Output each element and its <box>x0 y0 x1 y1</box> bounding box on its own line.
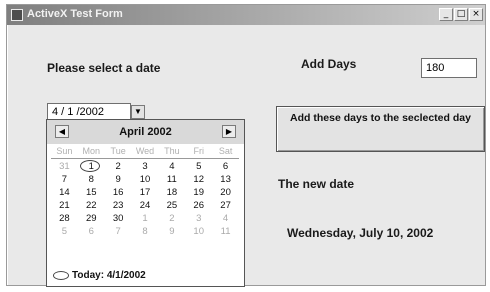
weekday-label: Sat <box>218 146 233 156</box>
calendar-day[interactable]: 15 <box>78 186 105 199</box>
calendar-day-grid: 31 1 2 3 4 5 6 7 8 9 10 11 12 13 14 15 16 17 18 19 20 21 22 23 2… <box>51 160 239 238</box>
calendar-day-selected[interactable]: 1 <box>78 160 105 173</box>
calendar-day[interactable]: 14 <box>51 186 78 199</box>
today-label: Today: 4/1/2002 <box>72 270 146 281</box>
window-controls: _ □ × <box>439 8 483 21</box>
calendar-day[interactable]: 26 <box>185 199 212 212</box>
calendar-day[interactable]: 16 <box>105 186 132 199</box>
calendar-day[interactable]: 25 <box>158 199 185 212</box>
calendar-day[interactable]: 7 <box>51 173 78 186</box>
calendar-day[interactable]: 20 <box>212 186 239 199</box>
calendar-day[interactable]: 17 <box>132 186 159 199</box>
calendar-day[interactable]: 12 <box>185 173 212 186</box>
calendar-day[interactable]: 23 <box>105 199 132 212</box>
weekday-label: Tue <box>110 146 126 156</box>
next-month-button[interactable]: ▶ <box>222 125 236 138</box>
calendar-day[interactable]: 27 <box>212 199 239 212</box>
prev-month-button[interactable]: ◀ <box>55 125 69 138</box>
calendar-day[interactable]: 7 <box>105 225 132 238</box>
calendar-day[interactable]: 9 <box>105 173 132 186</box>
calendar-day[interactable]: 24 <box>132 199 159 212</box>
today-link[interactable]: Today: 4/1/2002 <box>53 270 146 281</box>
app-icon[interactable] <box>11 9 23 21</box>
calendar-day[interactable]: 6 <box>212 160 239 173</box>
calendar-day[interactable]: 19 <box>185 186 212 199</box>
weekday-label: Wed <box>135 146 155 156</box>
calendar-day[interactable]: 1 <box>132 212 159 225</box>
calendar-day[interactable]: 22 <box>78 199 105 212</box>
calendar-day[interactable]: 28 <box>51 212 78 225</box>
weekday-label: Mon <box>82 146 101 156</box>
calendar-day[interactable]: 13 <box>212 173 239 186</box>
calendar-day[interactable]: 6 <box>78 225 105 238</box>
calendar-day[interactable]: 31 <box>51 160 78 173</box>
weekday-label: Fri <box>193 146 204 156</box>
calendar-day[interactable]: 2 <box>105 160 132 173</box>
add-days-label: Add Days <box>301 57 357 71</box>
calendar-day[interactable]: 11 <box>212 225 239 238</box>
calendar-day[interactable]: 30 <box>105 212 132 225</box>
add-days-input[interactable]: 180 <box>421 58 477 78</box>
month-calendar-dropdown: ◀ April 2002 ▶ Sun Mon Tue Wed Thu Fri S… <box>46 119 245 287</box>
calendar-day[interactable]: 4 <box>212 212 239 225</box>
calendar-day[interactable]: 8 <box>78 173 105 186</box>
weekday-label: Thu <box>164 146 180 156</box>
calendar-day[interactable]: 4 <box>158 160 185 173</box>
new-date-label: The new date <box>278 177 355 191</box>
calendar-header: ◀ April 2002 ▶ <box>47 120 244 144</box>
add-days-button[interactable]: Add these days to the seclected day <box>276 106 485 152</box>
calendar-day[interactable]: 5 <box>185 160 212 173</box>
maximize-button[interactable]: □ <box>454 8 468 21</box>
calendar-month-label[interactable]: April 2002 <box>87 126 204 138</box>
date-picker-dropdown-button[interactable]: ▼ <box>131 105 145 119</box>
window-title: ActiveX Test Form <box>27 8 123 20</box>
calendar-day[interactable]: 3 <box>132 160 159 173</box>
calendar-day[interactable]: 29 <box>78 212 105 225</box>
calendar-day[interactable]: 11 <box>158 173 185 186</box>
result-date-text: Wednesday, July 10, 2002 <box>287 226 434 240</box>
close-button[interactable]: × <box>469 8 483 21</box>
calendar-day[interactable]: 10 <box>185 225 212 238</box>
select-date-label: Please select a date <box>47 61 161 75</box>
calendar-day[interactable]: 2 <box>158 212 185 225</box>
calendar-day[interactable]: 9 <box>158 225 185 238</box>
calendar-day[interactable]: 21 <box>51 199 78 212</box>
calendar-day[interactable]: 8 <box>132 225 159 238</box>
calendar-day[interactable]: 10 <box>132 173 159 186</box>
title-bar[interactable]: ActiveX Test Form _ □ × <box>7 5 485 25</box>
weekday-label: Sun <box>56 146 73 156</box>
today-circle-icon <box>53 270 69 280</box>
calendar-day[interactable]: 3 <box>185 212 212 225</box>
minimize-button[interactable]: _ <box>439 8 453 21</box>
calendar-day[interactable]: 5 <box>51 225 78 238</box>
weekday-header-row: Sun Mon Tue Wed Thu Fri Sat <box>51 146 239 159</box>
calendar-day[interactable]: 18 <box>158 186 185 199</box>
